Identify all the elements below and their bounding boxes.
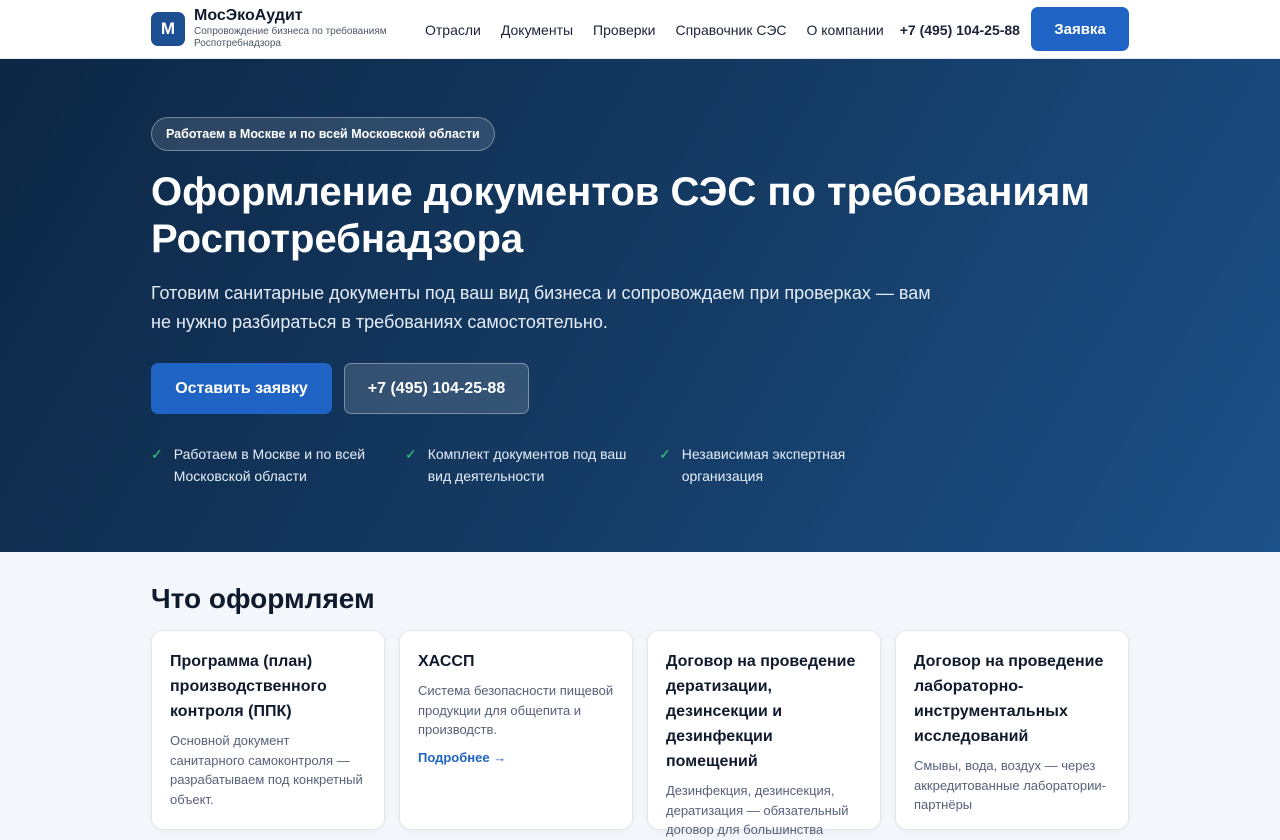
check-icon: ✓: [151, 446, 163, 462]
nav-item-ses-guide[interactable]: Справочник СЭС: [675, 22, 786, 38]
feature-item: ✓ Работаем в Москве и по всей Московской…: [151, 443, 381, 487]
call-phone-button[interactable]: +7 (495) 104-25-88: [344, 363, 529, 414]
brand-tagline: Сопровождение бизнеса по требованиям Рос…: [194, 26, 387, 49]
card-description: Основной документ санитарного самоконтро…: [170, 733, 363, 807]
card-title: Договор на проведение дератизации, дезин…: [666, 653, 856, 770]
logo-icon: М: [151, 12, 185, 46]
check-icon: ✓: [659, 446, 671, 462]
leave-request-button[interactable]: Оставить заявку: [151, 363, 332, 414]
card-description: Система безопасности пищевой продукции д…: [418, 683, 614, 737]
nav-item-industries[interactable]: Отрасли: [425, 22, 481, 38]
service-card-haccp[interactable]: ХАССП Система безопасности пищевой проду…: [399, 630, 633, 830]
nav-item-documents[interactable]: Документы: [501, 22, 573, 38]
card-title: ХАССП: [418, 653, 475, 670]
card-title: Договор на проведение лабораторно-инстру…: [914, 653, 1104, 745]
feature-item: ✓ Комплект документов под ваш вид деятел…: [405, 443, 635, 487]
feature-text: Независимая экспертная организация: [681, 446, 846, 484]
card-description: Смывы, вода, воздух — через аккредитован…: [914, 758, 1106, 812]
card-description: Дезинфекция, дезинсекция, дератизация — …: [666, 783, 849, 837]
service-card-ppk[interactable]: Программа (план) производственного контр…: [151, 630, 385, 830]
brand[interactable]: М МосЭкоАудит Сопровождение бизнеса по т…: [151, 7, 404, 50]
feature-text: Комплект документов под ваш вид деятельн…: [427, 446, 627, 484]
card-title: Программа (план) производственного контр…: [170, 653, 327, 720]
services-title: Что оформляем: [151, 583, 375, 614]
brand-name: МосЭкоАудит: [194, 7, 303, 24]
brand-text: МосЭкоАудит Сопровождение бизнеса по тре…: [194, 7, 404, 50]
main-nav: Отрасли Документы Проверки Справочник СЭ…: [425, 0, 1020, 59]
service-card-disinfection[interactable]: Договор на проведение дератизации, дезин…: [647, 630, 881, 837]
card-more-link[interactable]: Подробнее →: [418, 750, 614, 765]
hero-lead: Готовим санитарные документы под ваш вид…: [151, 283, 931, 332]
feature-text: Работаем в Москве и по всей Московской о…: [173, 446, 366, 484]
service-card-lab-research[interactable]: Договор на проведение лабораторно-инстру…: [895, 630, 1129, 830]
hero-section: Работаем в Москве и по всей Московской о…: [0, 59, 1280, 552]
region-badge: Работаем в Москве и по всей Московской о…: [151, 117, 495, 151]
check-icon: ✓: [405, 446, 417, 462]
nav-item-about[interactable]: О компании: [807, 22, 884, 38]
site-header: М МосЭкоАудит Сопровождение бизнеса по т…: [0, 0, 1280, 59]
hero-title: Оформление документов СЭС по требованиям…: [151, 170, 1090, 261]
nav-item-inspections[interactable]: Проверки: [593, 22, 655, 38]
header-request-button[interactable]: Заявка: [1031, 7, 1129, 51]
feature-item: ✓ Независимая экспертная организация: [659, 443, 889, 487]
header-phone-link[interactable]: +7 (495) 104-25-88: [900, 22, 1020, 38]
